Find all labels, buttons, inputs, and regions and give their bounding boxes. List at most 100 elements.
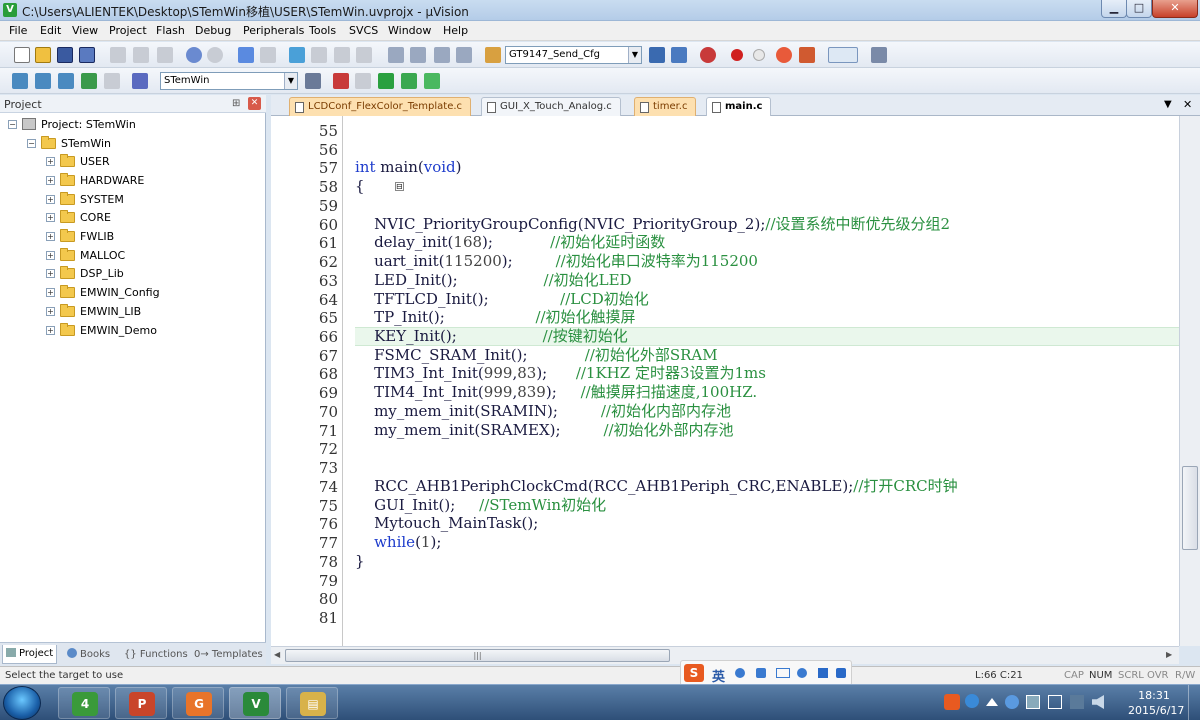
vertical-scrollbar[interactable] [1179, 116, 1200, 646]
prev-bookmark-icon[interactable] [311, 47, 327, 63]
manage-components-icon[interactable] [333, 73, 349, 89]
expand-icon[interactable]: + [46, 306, 55, 316]
ime-toolbar[interactable]: S 英 [680, 660, 852, 686]
expand-icon[interactable]: + [46, 212, 55, 222]
chevron-down-icon[interactable]: ▼ [284, 73, 297, 89]
tab-timer[interactable]: timer.c [634, 97, 697, 116]
translate-icon[interactable] [12, 73, 28, 89]
menu-view[interactable]: View [72, 24, 98, 37]
maximize-button[interactable]: □ [1126, 0, 1152, 18]
undo-icon[interactable] [186, 47, 202, 63]
unindent-icon[interactable] [410, 47, 426, 63]
select-packs-icon[interactable] [378, 73, 394, 89]
new-file-icon[interactable] [14, 47, 30, 63]
show-desktop-button[interactable] [1188, 685, 1200, 720]
menu-svcs[interactable]: SVCS [349, 24, 378, 37]
save-all-icon[interactable] [79, 47, 95, 63]
close-icon[interactable]: ✕ [248, 97, 261, 110]
tree-group-core[interactable]: + CORE [46, 208, 111, 226]
uncomment-icon[interactable] [456, 47, 472, 63]
minimize-button[interactable]: ▁ [1101, 0, 1127, 18]
menu-tools[interactable]: Tools [309, 24, 336, 37]
collapse-icon[interactable]: − [8, 119, 17, 129]
clear-breakpoints-icon[interactable] [776, 47, 792, 63]
expand-icon[interactable]: + [46, 287, 55, 297]
tree-group-system[interactable]: + SYSTEM [46, 190, 124, 208]
tab-lcdconf[interactable]: LCDConf_FlexColor_Template.c [289, 97, 472, 116]
voice-icon[interactable] [797, 668, 807, 678]
collapse-icon[interactable]: − [27, 138, 36, 148]
menu-edit[interactable]: Edit [40, 24, 61, 37]
stop-build-icon[interactable] [104, 73, 120, 89]
file-extensions-icon[interactable] [355, 73, 371, 89]
monitor-icon[interactable] [1048, 695, 1062, 709]
debug-session-icon[interactable] [700, 47, 716, 63]
tray-expand-icon[interactable] [986, 696, 998, 706]
code-line[interactable]: while(1); [355, 533, 441, 552]
code-line[interactable]: TIM4_Int_Init(999,839); //触摸屏扫描速度,100HZ. [355, 383, 757, 402]
tree-group-emwin-lib[interactable]: + EMWIN_LIB [46, 302, 141, 320]
tree-group-emwin-config[interactable]: + EMWIN_Config [46, 283, 160, 301]
batch-build-icon[interactable] [81, 73, 97, 89]
tree-group-emwin-demo[interactable]: + EMWIN_Demo [46, 321, 157, 339]
save-icon[interactable] [57, 47, 73, 63]
find-combo[interactable]: GT9147_Send_Cfg ▼ [505, 46, 642, 64]
tray-help-icon[interactable] [965, 694, 979, 708]
speaker-icon[interactable] [1092, 695, 1104, 709]
taskbar-app-1[interactable]: 4 [58, 687, 110, 719]
kill-breakpoints-icon[interactable] [799, 47, 815, 63]
ime-language-toggle[interactable]: 英 [712, 666, 725, 685]
redo-icon[interactable] [207, 47, 223, 63]
fold-collapse-icon[interactable]: ⊟ [394, 182, 404, 192]
code-line[interactable]: Mytouch_MainTask(); [355, 514, 538, 533]
menu-flash[interactable]: Flash [156, 24, 185, 37]
find-in-files-icon[interactable] [485, 47, 501, 63]
code-line[interactable]: RCC_AHB1PeriphClockCmd(RCC_AHB1Periph_CR… [355, 477, 958, 496]
start-button[interactable] [3, 686, 41, 720]
scroll-left-icon[interactable]: ◀ [274, 650, 280, 659]
horizontal-scroll-thumb[interactable]: ||| [285, 649, 670, 662]
expand-icon[interactable]: + [46, 175, 55, 185]
tree-group-malloc[interactable]: + MALLOC [46, 246, 125, 264]
code-line[interactable]: GUI_Init(); //STemWin初始化 [355, 496, 606, 515]
close-button[interactable]: ✕ [1152, 0, 1198, 18]
build-icon[interactable] [35, 73, 51, 89]
code-line[interactable]: TFTLCD_Init(); //LCD初始化 [355, 290, 649, 309]
clear-bookmarks-icon[interactable] [356, 47, 372, 63]
tree-group-user[interactable]: + USER [46, 152, 110, 170]
tree-target[interactable]: − STemWin [27, 134, 111, 152]
run-time-environment-icon[interactable] [424, 73, 440, 89]
tree-group-fwlib[interactable]: + FWLIB [46, 227, 114, 245]
tree-group-hardware[interactable]: + HARDWARE [46, 171, 144, 189]
code-line[interactable]: LED_Init(); //初始化LED [355, 271, 632, 290]
menu-window[interactable]: Window [388, 24, 431, 37]
code-line[interactable]: my_mem_init(SRAMIN); //初始化内部内存池 [355, 402, 731, 421]
chevron-down-icon[interactable]: ▼ [628, 47, 641, 63]
open-folder-icon[interactable] [35, 47, 51, 63]
tree-project-root[interactable]: − Project: STemWin [8, 115, 136, 133]
tray-ime-icon[interactable] [944, 694, 960, 710]
code-line[interactable]: FSMC_SRAM_Init(); //初始化外部SRAM [355, 346, 718, 365]
taskbar-clock[interactable]: 18:31 2015/6/17 [1128, 688, 1184, 718]
tab-list-dropdown-icon[interactable]: ▼ [1164, 99, 1172, 110]
code-line[interactable]: KEY_Init(); //按键初始化 [355, 327, 628, 346]
comment-icon[interactable] [434, 47, 450, 63]
indent-icon[interactable] [388, 47, 404, 63]
navigate-back-icon[interactable] [238, 47, 254, 63]
menu-file[interactable]: File [9, 24, 27, 37]
window-layout-icon[interactable] [828, 47, 858, 63]
menu-help[interactable]: Help [443, 24, 468, 37]
sogou-logo-icon[interactable]: S [684, 664, 704, 682]
tab-templates[interactable]: 0→ Templates [190, 645, 267, 664]
close-editor-icon[interactable]: ✕ [1183, 98, 1192, 111]
code-line[interactable]: TP_Init(); //初始化触摸屏 [355, 308, 635, 327]
find-icon[interactable] [649, 47, 665, 63]
code-line[interactable]: NVIC_PriorityGroupConfig(NVIC_PriorityGr… [355, 215, 950, 234]
uvision-app-icon[interactable]: V [3, 3, 17, 17]
menu-peripherals[interactable]: Peripherals [243, 24, 304, 37]
pin-icon[interactable]: ⊞ [232, 98, 240, 109]
code-line[interactable]: { [355, 177, 365, 196]
cut-icon[interactable] [110, 47, 126, 63]
taskbar-app-3[interactable]: G [172, 687, 224, 719]
code-line[interactable]: uart_init(115200); //初始化串口波特率为115200 [355, 252, 758, 271]
